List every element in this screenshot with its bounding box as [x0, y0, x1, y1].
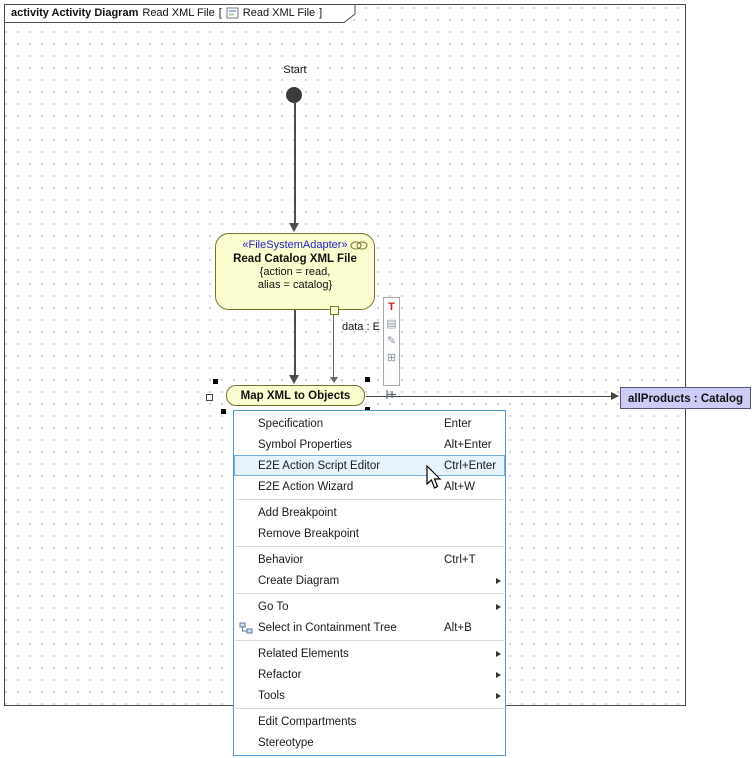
frame-title-name: Read XML File [142, 7, 214, 19]
tagged-value-line: alias = catalog} [258, 279, 332, 291]
mouse-cursor-icon [426, 465, 444, 491]
action-map-xml-to-objects[interactable]: Map XML to Objects [226, 385, 365, 406]
menu-separator [235, 499, 504, 500]
frame-bracket-close: ] [319, 7, 322, 19]
selection-handle-hollow[interactable] [206, 394, 213, 401]
arrowhead-icon [289, 223, 299, 232]
menu-item-tools[interactable]: Tools [234, 685, 505, 706]
menu-separator [235, 708, 504, 709]
selection-handle[interactable] [365, 377, 370, 382]
initial-node[interactable] [286, 87, 302, 103]
selection-handle[interactable] [221, 409, 226, 414]
arrowhead-icon [330, 377, 338, 383]
frame-heading[interactable]: activity Activity Diagram Read XML File … [11, 7, 322, 19]
menu-separator [235, 593, 504, 594]
menu-item-label: Select in Containment Tree [258, 622, 444, 634]
menu-item-e2e-action-wizard[interactable]: E2E Action WizardAlt+W [234, 476, 505, 497]
frame-title-keyword: activity Activity Diagram [11, 7, 138, 19]
menu-item-remove-breakpoint[interactable]: Remove Breakpoint [234, 523, 505, 544]
output-pin[interactable] [330, 306, 339, 315]
menu-item-label: Related Elements [258, 648, 444, 660]
menu-item-edit-compartments[interactable]: Edit Compartments [234, 711, 505, 732]
menu-item-label: Refactor [258, 669, 444, 681]
menu-item-shortcut: Alt+Enter [444, 439, 494, 451]
menu-item-label: Create Diagram [258, 575, 444, 587]
menu-item-create-diagram[interactable]: Create Diagram [234, 570, 505, 591]
menu-item-shortcut: Alt+B [444, 622, 494, 634]
menu-item-symbol-properties[interactable]: Symbol PropertiesAlt+Enter [234, 434, 505, 455]
frame-bracket-open: [ [219, 7, 222, 19]
arrowhead-icon [289, 375, 299, 384]
menu-separator [235, 546, 504, 547]
object-flow-pin-to-map[interactable] [333, 313, 334, 377]
menu-separator [235, 640, 504, 641]
menu-item-label: Tools [258, 690, 444, 702]
menu-item-shortcut: Ctrl+T [444, 554, 494, 566]
menu-item-label: Specification [258, 418, 444, 430]
submenu-arrow-icon [494, 651, 505, 657]
link-icon[interactable]: ⊞ [385, 351, 398, 365]
menu-item-label: E2E Action Wizard [258, 481, 444, 493]
activity-diagram-icon [226, 7, 239, 19]
submenu-arrow-icon [494, 578, 505, 584]
control-flow-adapter-to-map[interactable] [294, 310, 296, 376]
text-tool-icon[interactable]: T [385, 300, 398, 314]
menu-item-select-in-containment-tree[interactable]: Select in Containment TreeAlt+B [234, 617, 505, 638]
object-node-allproducts-catalog[interactable]: allProducts : Catalog [620, 387, 751, 409]
menu-item-shortcut: Enter [444, 418, 494, 430]
stereotype-label: «FileSystemAdapter» [242, 239, 347, 251]
frame-name: Read XML File [243, 7, 315, 19]
menu-item-label: Behavior [258, 554, 444, 566]
menu-item-label: Stereotype [258, 737, 444, 749]
selection-handle[interactable] [213, 379, 218, 384]
submenu-arrow-icon [494, 693, 505, 699]
edit-icon[interactable]: ✎ [385, 334, 398, 348]
menu-item-e2e-action-script-editor[interactable]: E2E Action Script EditorCtrl+Enter [234, 455, 505, 476]
edge-manipulator-icon[interactable] [385, 388, 398, 401]
object-flow-label: data : E [342, 321, 380, 333]
menu-item-label: E2E Action Script Editor [258, 460, 444, 472]
adapter-icon [350, 241, 368, 250]
object-flow-map-to-catalog[interactable] [366, 396, 612, 397]
smart-manipulator-toolbar: T ▤ ✎ ⊞ [383, 297, 400, 386]
submenu-arrow-icon [494, 672, 505, 678]
menu-item-go-to[interactable]: Go To [234, 596, 505, 617]
containment-tree-icon [234, 622, 258, 634]
start-node-label: Start [272, 64, 318, 76]
submenu-arrow-icon [494, 604, 505, 610]
menu-item-label: Go To [258, 601, 444, 613]
menu-item-behavior[interactable]: BehaviorCtrl+T [234, 549, 505, 570]
action-read-catalog-xml-file[interactable]: «FileSystemAdapter» Read Catalog XML Fil… [215, 233, 375, 310]
menu-item-label: Remove Breakpoint [258, 528, 444, 540]
menu-item-label: Edit Compartments [258, 716, 444, 728]
menu-item-related-elements[interactable]: Related Elements [234, 643, 505, 664]
menu-item-refactor[interactable]: Refactor [234, 664, 505, 685]
menu-item-stereotype[interactable]: Stereotype [234, 732, 505, 753]
menu-item-label: Add Breakpoint [258, 507, 444, 519]
menu-item-shortcut: Ctrl+Enter [444, 460, 494, 472]
context-menu-items: SpecificationEnterSymbol PropertiesAlt+E… [234, 413, 505, 753]
control-flow-start-to-adapter[interactable] [294, 103, 296, 224]
menu-item-specification[interactable]: SpecificationEnter [234, 413, 505, 434]
context-menu: SpecificationEnterSymbol PropertiesAlt+E… [233, 410, 506, 756]
tagged-value-line: {action = read, [260, 266, 331, 278]
menu-item-add-breakpoint[interactable]: Add Breakpoint [234, 502, 505, 523]
action-name: Read Catalog XML File [233, 253, 357, 265]
menu-item-shortcut: Alt+W [444, 481, 494, 493]
note-icon[interactable]: ▤ [385, 317, 398, 331]
menu-item-label: Symbol Properties [258, 439, 444, 451]
arrowhead-icon [611, 392, 619, 400]
